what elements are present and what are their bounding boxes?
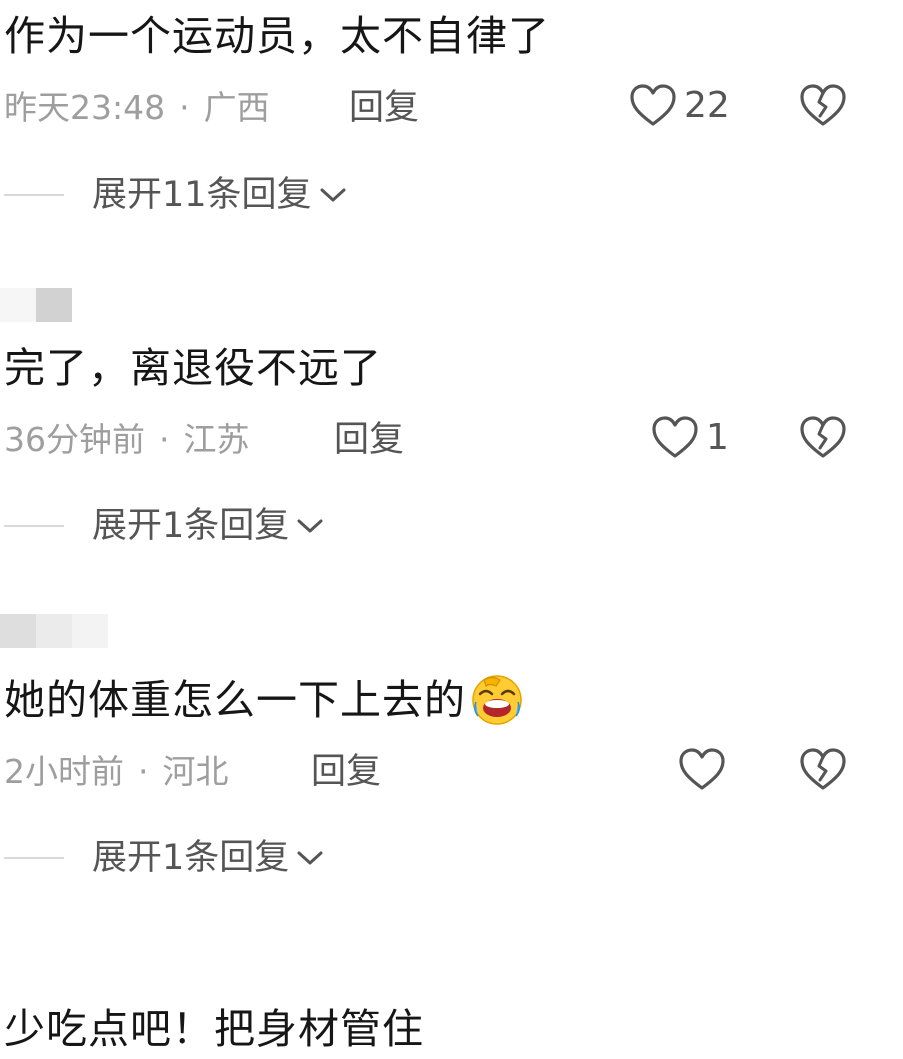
comment-text: 她的体重怎么一下上去的: [4, 676, 466, 724]
broken-heart-outline-icon: [800, 416, 846, 458]
reply-button[interactable]: 回复: [311, 752, 381, 792]
chevron-down-icon: [295, 848, 325, 868]
rofl-emoji-icon: [470, 672, 524, 726]
dislike-button[interactable]: [798, 746, 848, 794]
heart-outline-icon: [650, 414, 700, 462]
heart-outline-icon: [628, 82, 678, 130]
comment-time: 36分钟前: [4, 420, 145, 459]
comment-text: 作为一个运动员，太不自律了: [4, 12, 550, 60]
like-button[interactable]: 1: [650, 414, 729, 462]
divider-line: [4, 194, 64, 196]
comment-location: 江苏: [183, 420, 250, 459]
like-count: 1: [706, 417, 729, 458]
divider-line: [4, 857, 64, 859]
dislike-button[interactable]: [798, 82, 848, 130]
expand-replies-label: 展开1条回复: [92, 506, 290, 546]
meta-separator: ·: [179, 88, 190, 127]
broken-heart-outline-icon: [800, 748, 846, 790]
comment-time: 昨天23:48: [4, 88, 166, 127]
comment-line: 她的体重怎么一下上去的: [4, 675, 524, 730]
comment-text: 完了，离退役不远了: [4, 344, 382, 392]
broken-heart-outline-icon: [800, 84, 846, 126]
expand-replies-label: 展开1条回复: [92, 838, 290, 878]
expand-replies-label: 展开11条回复: [92, 175, 312, 215]
like-button[interactable]: [677, 746, 733, 794]
like-count: 22: [684, 85, 730, 126]
divider-line: [4, 525, 64, 527]
chevron-down-icon: [318, 185, 348, 205]
username-blurred: [0, 614, 108, 648]
chevron-down-icon: [295, 516, 325, 536]
expand-replies[interactable]: 展开1条回复: [4, 838, 325, 878]
meta-separator: ·: [159, 420, 170, 459]
expand-replies[interactable]: 展开11条回复: [4, 175, 348, 215]
comment-location: 广西: [203, 88, 270, 127]
comment-meta: 36分钟前 · 江苏: [4, 420, 250, 460]
comment-text: 少吃点吧！把身材管住: [4, 1005, 424, 1053]
username-blurred: [0, 288, 72, 322]
heart-outline-icon: [677, 746, 727, 794]
meta-separator: ·: [138, 752, 149, 791]
reply-button[interactable]: 回复: [349, 88, 419, 128]
comment-meta: 2小时前 · 河北: [4, 752, 229, 792]
like-button[interactable]: 22: [628, 82, 730, 130]
expand-replies[interactable]: 展开1条回复: [4, 506, 325, 546]
dislike-button[interactable]: [798, 414, 848, 462]
comment-location: 河北: [162, 752, 229, 791]
reply-button[interactable]: 回复: [334, 420, 404, 460]
comment-time: 2小时前: [4, 752, 124, 791]
comment-meta: 昨天23:48 · 广西: [4, 88, 270, 128]
